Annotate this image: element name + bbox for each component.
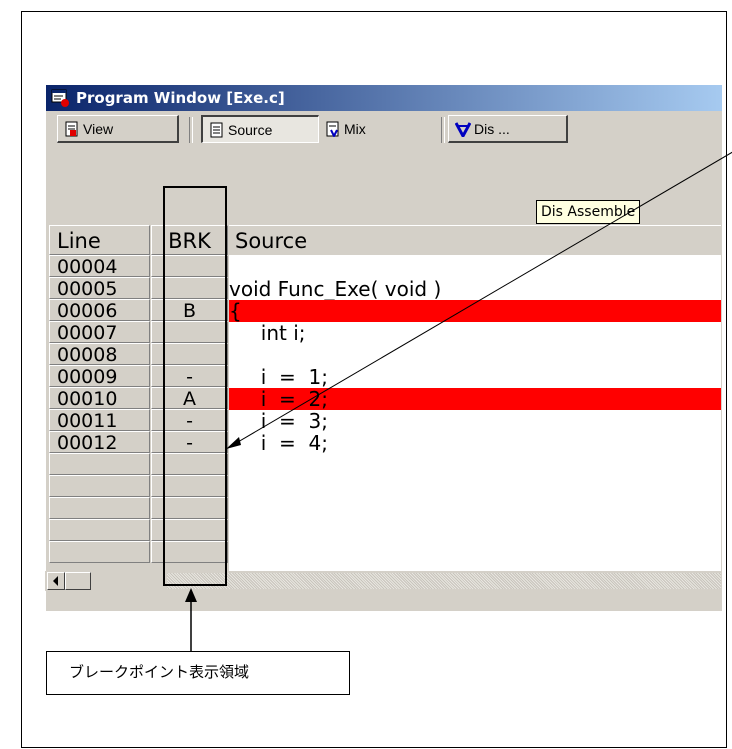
- line-number-cell: 00008: [49, 343, 150, 366]
- callout-label: ブレークポイント表示領域: [69, 664, 250, 681]
- breakpoint-cell[interactable]: A: [151, 387, 228, 410]
- breakpoint-cell-empty[interactable]: [151, 475, 228, 497]
- breakpoint-cell[interactable]: -: [151, 365, 228, 388]
- view-button[interactable]: View: [57, 115, 179, 143]
- toolbar-separator: [441, 117, 445, 143]
- source-line[interactable]: i = 1;: [229, 366, 721, 388]
- tooltip: Dis Assemble: [536, 200, 641, 224]
- line-column-header[interactable]: Line: [49, 225, 150, 255]
- line-number-cell-empty: [49, 453, 150, 475]
- source-header-label: Source: [235, 229, 308, 253]
- disassemble-icon: [455, 121, 471, 137]
- breakpoint-cell-empty[interactable]: [151, 497, 228, 519]
- line-number-cell: 00010: [49, 387, 150, 410]
- source-icon: [210, 122, 223, 137]
- breakpoint-cell[interactable]: [151, 343, 228, 365]
- mix-button[interactable]: Mix: [319, 115, 439, 143]
- mix-label: Mix: [344, 121, 366, 137]
- line-number-cell: 00004: [49, 255, 150, 278]
- line-number-cell-empty: [49, 519, 150, 541]
- source-line[interactable]: i = 2;: [229, 388, 721, 410]
- source-column-header[interactable]: Source: [229, 225, 721, 255]
- horizontal-scrollbar[interactable]: [45, 571, 721, 591]
- program-window-icon: [51, 89, 69, 107]
- breakpoint-cell[interactable]: -: [151, 431, 228, 454]
- breakpoint-cell-empty[interactable]: [151, 541, 228, 563]
- breakpoint-cell[interactable]: [151, 277, 228, 299]
- source-line[interactable]: void Func_Exe( void ): [229, 278, 721, 300]
- view-icon: [65, 121, 78, 136]
- source-line[interactable]: i = 4;: [229, 432, 721, 454]
- disassemble-label: Dis ...: [474, 120, 510, 137]
- source-label: Source: [228, 121, 273, 138]
- line-number-cell-empty: [49, 541, 150, 563]
- scroll-thumb[interactable]: [65, 572, 91, 590]
- source-button[interactable]: Source: [201, 115, 319, 143]
- source-line[interactable]: i = 3;: [229, 410, 721, 432]
- mix-icon: [326, 121, 339, 137]
- line-number-cell-empty: [49, 497, 150, 519]
- line-number-cell: 00009: [49, 365, 150, 388]
- breakpoint-cell[interactable]: [151, 255, 228, 277]
- line-number-cell: 00006: [49, 299, 150, 322]
- breakpoint-cell[interactable]: B: [151, 299, 228, 322]
- toolbar-separator: [189, 117, 193, 143]
- toolbar: View Source Mix Dis ...: [46, 111, 722, 147]
- source-line[interactable]: [229, 256, 721, 278]
- arrow-left-icon: [53, 576, 58, 586]
- breakpoint-cell[interactable]: -: [151, 409, 228, 432]
- callout-box: ブレークポイント表示領域: [46, 651, 350, 695]
- brk-column-header[interactable]: BRK: [151, 225, 228, 255]
- line-number-cell-empty: [49, 475, 150, 497]
- line-number-cell: 00012: [49, 431, 150, 454]
- view-label: View: [83, 120, 114, 137]
- line-number-cell: 00005: [49, 277, 150, 300]
- scroll-left-button[interactable]: [47, 572, 65, 590]
- window-title: Program Window [Exe.c]: [76, 89, 285, 107]
- scroll-track[interactable]: [167, 573, 721, 589]
- source-line[interactable]: [229, 344, 721, 366]
- breakpoint-cell-empty[interactable]: [151, 453, 228, 475]
- breakpoint-cell-empty[interactable]: [151, 519, 228, 541]
- source-line[interactable]: {: [229, 300, 721, 322]
- line-number-cell: 00011: [49, 409, 150, 432]
- source-line[interactable]: int i;: [229, 322, 721, 344]
- title-bar[interactable]: Program Window [Exe.c]: [46, 85, 722, 111]
- disassemble-button[interactable]: Dis ...: [448, 115, 568, 143]
- line-number-cell: 00007: [49, 321, 150, 344]
- breakpoint-cell[interactable]: [151, 321, 228, 343]
